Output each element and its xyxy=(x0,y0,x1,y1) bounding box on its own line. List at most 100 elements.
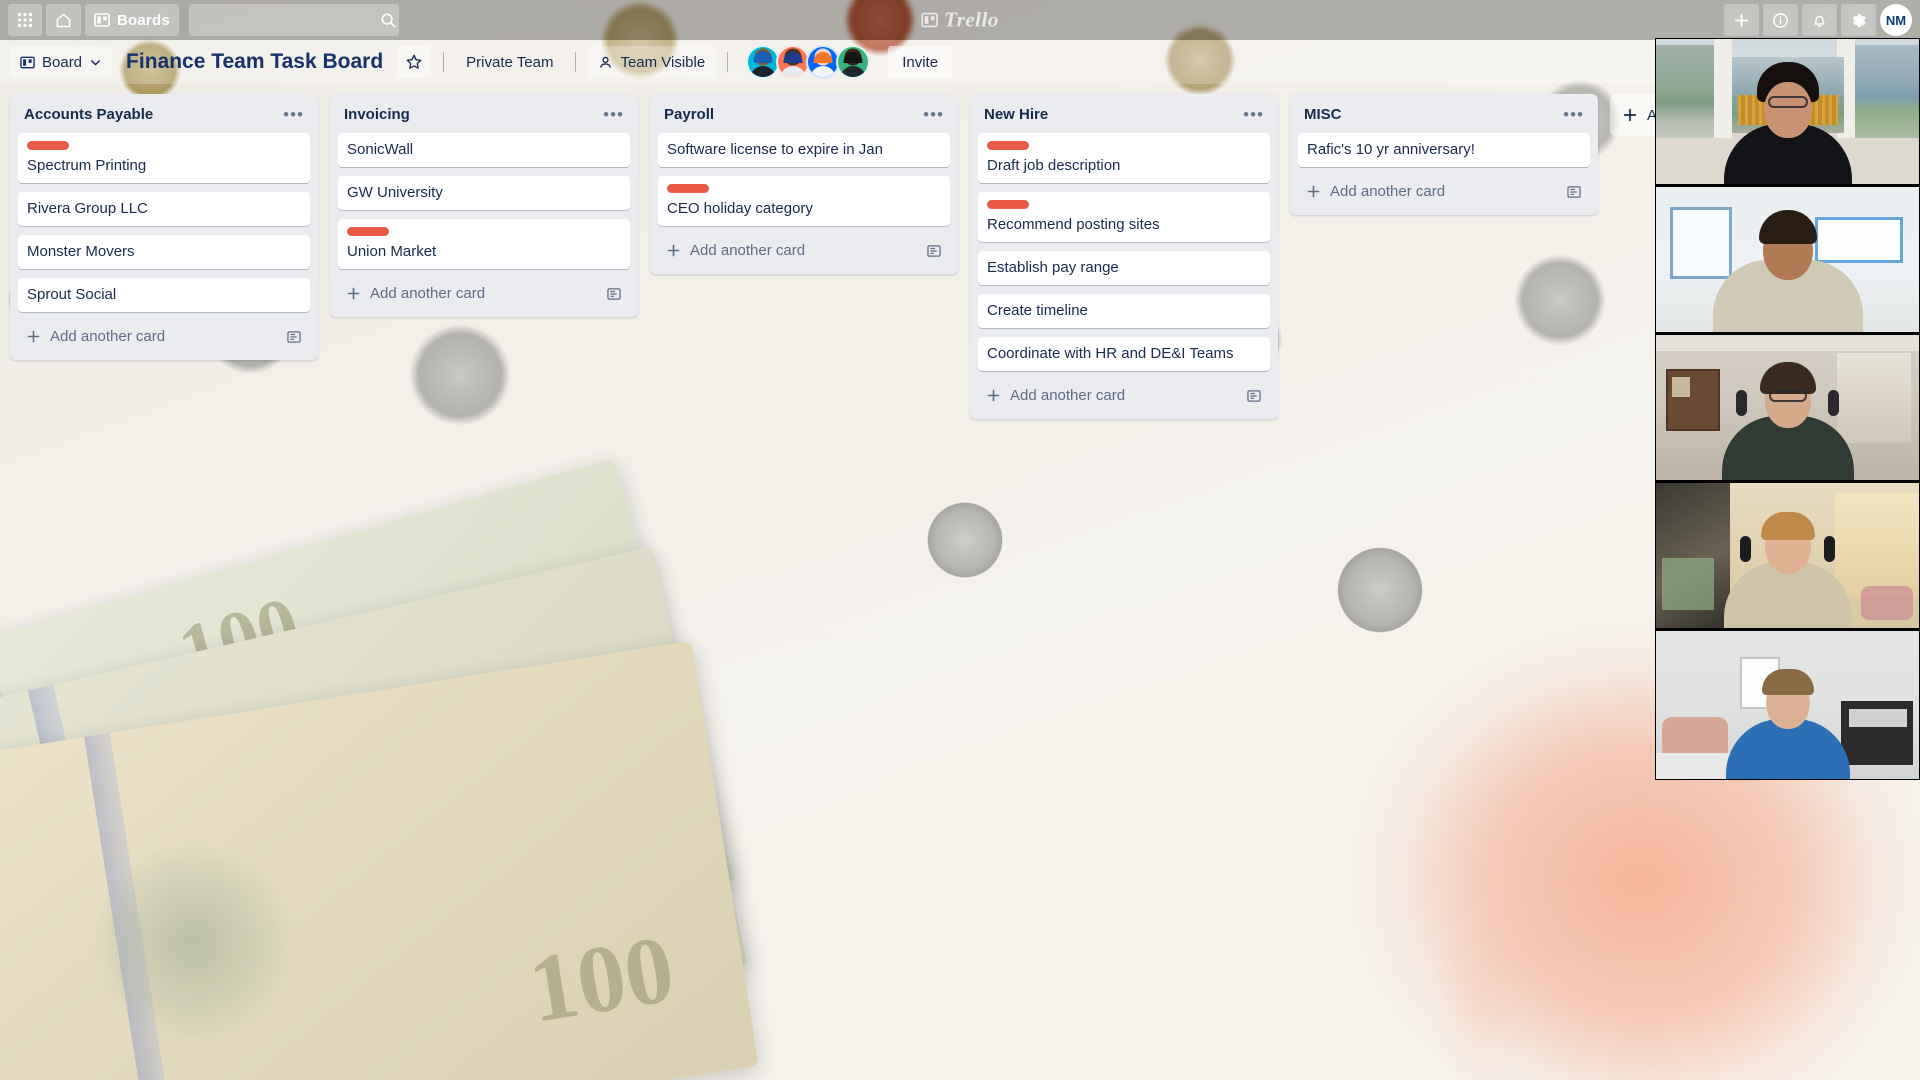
add-another-card-button[interactable]: Add another card xyxy=(978,380,1270,411)
card-title: Monster Movers xyxy=(27,243,135,260)
search-input[interactable] xyxy=(198,12,380,28)
visibility-button[interactable]: Team Visible xyxy=(588,46,716,78)
star-icon xyxy=(405,53,423,71)
video-tile-participant-2[interactable] xyxy=(1656,187,1919,335)
plus-icon xyxy=(1733,12,1750,29)
card[interactable]: GW University xyxy=(338,176,630,210)
add-card-label: Add another card xyxy=(1010,387,1126,404)
boards-label: Boards xyxy=(117,11,170,29)
star-board-button[interactable] xyxy=(397,46,432,78)
home-button[interactable] xyxy=(46,4,81,36)
list-title[interactable]: Accounts Payable xyxy=(24,106,153,123)
info-button[interactable] xyxy=(1763,4,1798,36)
list-payroll: Payroll ••• Software license to expire i… xyxy=(650,94,958,274)
ellipsis-icon[interactable]: ••• xyxy=(1563,106,1584,123)
card-label xyxy=(667,184,709,193)
card-template-icon[interactable] xyxy=(606,286,622,302)
grid-apps-icon xyxy=(17,12,33,28)
card[interactable]: Sprout Social xyxy=(18,278,310,312)
invite-button[interactable]: Invite xyxy=(888,46,953,78)
card-label xyxy=(987,141,1029,150)
add-card-label: Add another card xyxy=(690,242,806,259)
card-title: Rafic's 10 yr anniversary! xyxy=(1307,141,1475,158)
board-icon xyxy=(94,12,110,28)
card[interactable]: Coordinate with HR and DE&I Teams xyxy=(978,337,1270,371)
video-tile-participant-1[interactable] xyxy=(1656,39,1919,187)
card-title: Spectrum Printing xyxy=(27,157,147,174)
card-template-icon[interactable] xyxy=(286,329,302,345)
visibility-label: Team Visible xyxy=(620,53,706,71)
ellipsis-icon[interactable]: ••• xyxy=(283,106,304,123)
card-title: Rivera Group LLC xyxy=(27,200,148,217)
add-card-label: Add another card xyxy=(1330,183,1446,200)
card-template-icon[interactable] xyxy=(1246,388,1262,404)
member-avatar[interactable] xyxy=(746,45,781,79)
participant-headphones-icon xyxy=(1740,536,1751,562)
trello-logo: Trello xyxy=(921,8,999,33)
boards-button[interactable]: Boards xyxy=(85,4,179,36)
list-header: Accounts Payable ••• xyxy=(18,102,310,133)
member-avatar[interactable] xyxy=(836,45,871,79)
member-avatar[interactable] xyxy=(776,45,811,79)
list-accounts-payable: Accounts Payable ••• Spectrum Printing R… xyxy=(10,94,318,360)
divider xyxy=(575,52,577,72)
notifications-button[interactable] xyxy=(1802,4,1837,36)
topbar-actions: NM xyxy=(1724,4,1912,36)
trello-top-bar: Boards Trello NM xyxy=(0,0,1920,40)
add-another-card-button[interactable]: Add another card xyxy=(658,235,950,266)
card-template-icon[interactable] xyxy=(926,243,942,259)
board-view-switcher[interactable]: Board xyxy=(10,46,113,78)
participant-headphones-icon xyxy=(1736,390,1747,416)
list-title[interactable]: Payroll xyxy=(664,106,714,123)
add-card-label: Add another card xyxy=(50,328,166,345)
card-title: SonicWall xyxy=(347,141,414,158)
card[interactable]: Create timeline xyxy=(978,294,1270,328)
search-icon[interactable] xyxy=(380,12,397,29)
video-tile-participant-5[interactable] xyxy=(1656,631,1919,779)
card[interactable]: Monster Movers xyxy=(18,235,310,269)
list-title[interactable]: MISC xyxy=(1304,106,1342,123)
card[interactable]: Draft job description xyxy=(978,133,1270,183)
plus-icon xyxy=(1306,184,1321,199)
card[interactable]: Spectrum Printing xyxy=(18,133,310,183)
divider xyxy=(727,52,729,72)
ellipsis-icon[interactable]: ••• xyxy=(603,106,624,123)
card-label xyxy=(987,200,1029,209)
add-button[interactable] xyxy=(1724,4,1759,36)
list-new-hire: New Hire ••• Draft job description Recom… xyxy=(970,94,1278,419)
add-another-card-button[interactable]: Add another card xyxy=(1298,176,1590,207)
board-view-label: Board xyxy=(42,53,83,71)
settings-button[interactable] xyxy=(1841,4,1876,36)
card-title: Recommend posting sites xyxy=(987,216,1160,233)
member-avatar[interactable] xyxy=(806,45,841,79)
card[interactable]: CEO holiday category xyxy=(658,176,950,226)
card[interactable]: Rivera Group LLC xyxy=(18,192,310,226)
video-tile-participant-4[interactable] xyxy=(1656,483,1919,631)
card-title: CEO holiday category xyxy=(667,200,813,217)
card-title: GW University xyxy=(347,184,443,201)
list-title[interactable]: New Hire xyxy=(984,106,1048,123)
card[interactable]: SonicWall xyxy=(338,133,630,167)
add-another-card-button[interactable]: Add another card xyxy=(18,321,310,352)
video-tile-participant-3[interactable] xyxy=(1656,335,1919,483)
add-another-card-button[interactable]: Add another card xyxy=(338,278,630,309)
card[interactable]: Recommend posting sites xyxy=(978,192,1270,242)
ellipsis-icon[interactable]: ••• xyxy=(923,106,944,123)
list-title[interactable]: Invoicing xyxy=(344,106,410,123)
plus-icon xyxy=(26,329,41,344)
card-title: Create timeline xyxy=(987,302,1088,319)
participant-glasses-icon xyxy=(1767,96,1808,108)
card[interactable]: Software license to expire in Jan xyxy=(658,133,950,167)
apps-switcher-button[interactable] xyxy=(8,4,42,36)
card[interactable]: Rafic's 10 yr anniversary! xyxy=(1298,133,1590,167)
ellipsis-icon[interactable]: ••• xyxy=(1243,106,1264,123)
card[interactable]: Establish pay range xyxy=(978,251,1270,285)
team-name-button[interactable]: Private Team xyxy=(456,46,563,78)
board-header: Board Finance Team Task Board Private Te… xyxy=(0,40,1920,84)
board-icon xyxy=(20,55,35,70)
list-header: New Hire ••• xyxy=(978,102,1270,133)
card[interactable]: Union Market xyxy=(338,219,630,269)
card-template-icon[interactable] xyxy=(1566,184,1582,200)
user-avatar[interactable]: NM xyxy=(1880,4,1912,36)
search-box[interactable] xyxy=(188,4,399,36)
